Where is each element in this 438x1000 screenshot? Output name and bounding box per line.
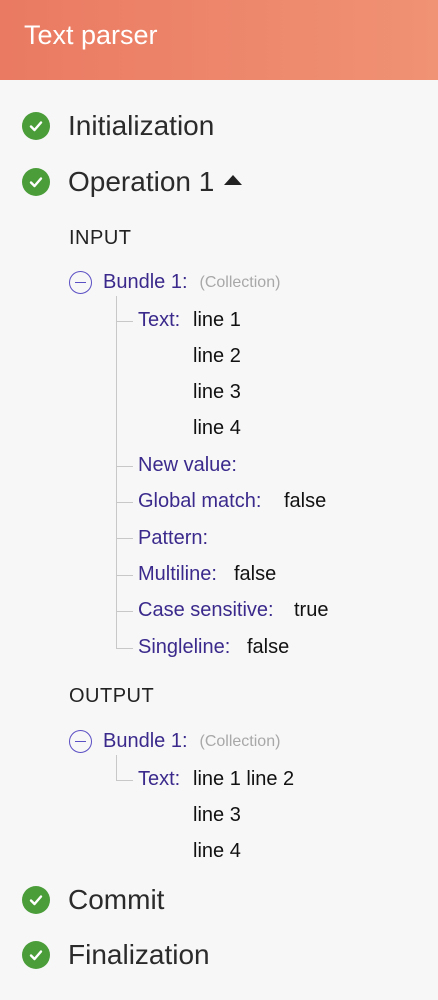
output-text-line-2: line 3 [193, 804, 241, 826]
output-text-key: Text: [138, 768, 181, 790]
input-case-sensitive-value: true [294, 599, 329, 621]
step-initialization[interactable]: Initialization [22, 110, 214, 142]
step-operation-label: Operation 1 [68, 166, 215, 197]
tree-branch [116, 538, 133, 539]
tree-branch [116, 321, 133, 322]
input-case-sensitive-key: Case sensitive: [138, 599, 274, 621]
output-bundle-name: Bundle 1: [103, 730, 188, 752]
input-pattern-key: Pattern: [138, 527, 209, 549]
input-text-line-3: line 3 [193, 381, 241, 403]
check-circle-icon [22, 168, 50, 196]
step-commit[interactable]: Commit [22, 884, 164, 916]
input-text-key: Text: [138, 309, 181, 331]
output-text-line-3: line 4 [193, 840, 241, 862]
output-section-label: OUTPUT [69, 685, 155, 707]
input-singleline-key: Singleline: [138, 636, 231, 658]
step-initialization-label: Initialization [68, 110, 215, 141]
input-bundle-type: (Collection) [199, 273, 281, 291]
input-global-match-value: false [284, 490, 327, 512]
minus-circle-icon[interactable] [69, 271, 92, 294]
input-multiline-key: Multiline: [138, 563, 217, 585]
step-commit-label: Commit [68, 884, 165, 915]
caret-up-icon[interactable] [224, 175, 243, 185]
header-title: Text parser [24, 20, 158, 50]
input-multiline-value: false [234, 563, 277, 585]
input-text-line-4: line 4 [193, 417, 241, 439]
tree-branch [116, 648, 133, 649]
check-circle-icon [22, 112, 50, 140]
tree-branch [116, 780, 133, 781]
step-finalization[interactable]: Finalization [22, 939, 210, 971]
input-global-match-key: Global match: [138, 490, 262, 512]
step-finalization-label: Finalization [68, 939, 210, 970]
input-text-line-1: line 1 [193, 309, 241, 331]
input-singleline-value: false [247, 636, 290, 658]
header: Text parser [0, 0, 438, 80]
input-section-label: INPUT [69, 227, 132, 249]
check-circle-icon [22, 886, 50, 914]
input-bundle-toggle[interactable]: Bundle 1: (Collection) [69, 271, 280, 294]
tree-branch [116, 611, 133, 612]
tree-branch [116, 466, 133, 467]
input-new-value-key: New value: [138, 454, 237, 476]
input-bundle-name: Bundle 1: [103, 271, 188, 293]
input-text-line-2: line 2 [193, 345, 241, 367]
tree-branch [116, 502, 133, 503]
step-operation-1[interactable]: Operation 1 [22, 166, 243, 198]
tree-branch [116, 575, 133, 576]
minus-circle-icon[interactable] [69, 730, 92, 753]
output-tree-line [116, 755, 117, 780]
output-bundle-type: (Collection) [199, 732, 281, 750]
output-bundle-toggle[interactable]: Bundle 1: (Collection) [69, 730, 280, 753]
input-tree-line [116, 296, 117, 649]
check-circle-icon [22, 941, 50, 969]
output-text-line-1: line 1 line 2 [193, 768, 295, 790]
